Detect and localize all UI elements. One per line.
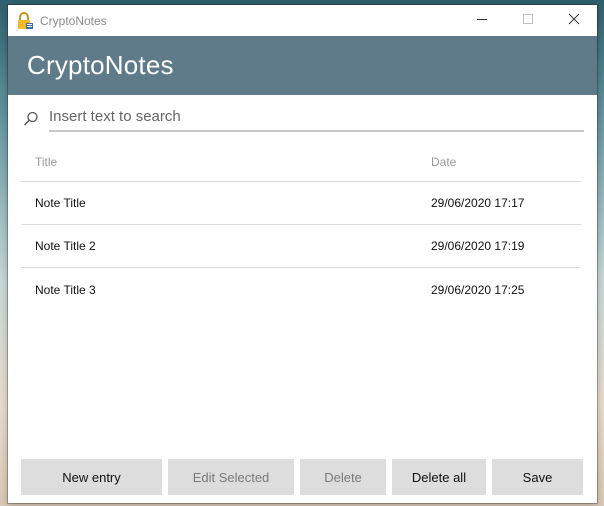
maximize-button[interactable] (505, 5, 551, 36)
note-date-cell: 29/06/2020 17:25 (431, 282, 525, 297)
notes-table: Title Date Note Title 29/06/2020 17:17 N… (21, 142, 581, 311)
new-entry-button[interactable]: New entry (21, 459, 162, 495)
minimize-icon (476, 12, 488, 30)
note-title-cell: Note Title (35, 196, 86, 210)
close-icon (568, 12, 580, 30)
note-date-cell: 29/06/2020 17:19 (431, 239, 525, 253)
minimize-button[interactable] (459, 5, 505, 36)
window-title: CryptoNotes (40, 13, 107, 28)
note-title-cell: Note Title 3 (35, 282, 96, 297)
table-row[interactable]: Note Title 2 29/06/2020 17:19 (21, 225, 581, 268)
lock-app-icon (16, 11, 34, 30)
page-title: CryptoNotes (27, 50, 174, 80)
table-header: Title Date (21, 142, 581, 182)
note-date-cell: 29/06/2020 17:17 (431, 196, 525, 210)
column-header-title[interactable]: Title (21, 155, 431, 169)
column-header-date[interactable]: Date (431, 155, 581, 169)
delete-button[interactable]: Delete (300, 459, 386, 495)
table-row[interactable]: Note Title 29/06/2020 17:17 (21, 182, 581, 225)
app-window: CryptoNotes CryptoNotes Insert text to s… (8, 5, 597, 503)
search-icon (22, 110, 40, 128)
window-controls (459, 5, 597, 36)
title-bar[interactable]: CryptoNotes (8, 5, 597, 36)
search-bar (22, 102, 584, 132)
edit-selected-button[interactable]: Edit Selected (168, 459, 294, 495)
maximize-icon (522, 12, 534, 30)
delete-all-button[interactable]: Delete all (392, 459, 486, 495)
save-button[interactable]: Save (492, 459, 583, 495)
app-header: CryptoNotes (8, 36, 597, 95)
action-button-bar: New entry Edit Selected Delete Delete al… (21, 459, 583, 495)
table-row[interactable]: Note Title 3 29/06/2020 17:25 (21, 268, 581, 311)
note-title-cell: Note Title 2 (35, 239, 96, 253)
close-button[interactable] (551, 5, 597, 36)
search-input[interactable] (49, 102, 584, 132)
